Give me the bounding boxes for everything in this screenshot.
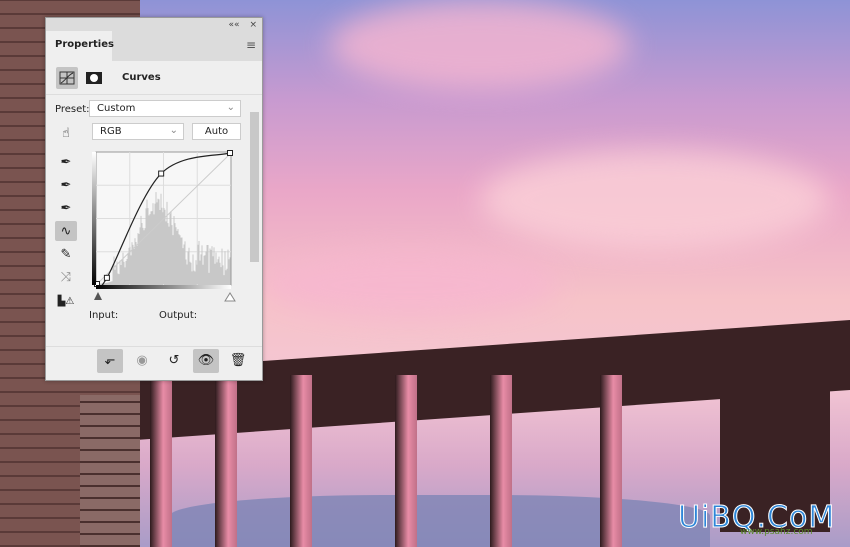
output-label: Output: [159, 310, 197, 321]
channel-value: RGB [100, 126, 122, 137]
black-eyedropper-icon[interactable]: ✒ [55, 152, 77, 172]
input-label: Input: [89, 310, 118, 321]
curve-control-point[interactable] [159, 171, 164, 176]
clip-to-layer-icon[interactable]: ⬐ [97, 349, 123, 373]
pencil-icon[interactable]: ✎ [55, 244, 77, 264]
panel-menu-icon[interactable]: ≡ [240, 31, 262, 61]
clipping-warning-icon[interactable]: ▙⚠ [55, 291, 77, 311]
reset-icon[interactable]: ↺ [161, 349, 187, 373]
target-adjust-icon[interactable]: ☝ [55, 123, 77, 143]
preset-value: Custom [97, 103, 135, 114]
gray-eyedropper-icon[interactable]: ✒ [55, 175, 77, 195]
curves-graph[interactable] [92, 148, 237, 308]
view-previous-icon[interactable]: ◉ [129, 349, 155, 373]
preset-label: Preset: [55, 104, 90, 115]
mask-icon[interactable] [83, 67, 105, 89]
visibility-eye-icon[interactable]: 👁 [193, 349, 219, 373]
smooth-icon[interactable]: ⤨ [55, 267, 77, 287]
adjustment-title: Curves [122, 72, 161, 83]
trash-icon[interactable]: 🗑 [225, 349, 251, 373]
collapse-icon[interactable]: «« [228, 20, 239, 30]
castle-tower-base [80, 395, 140, 547]
curve-point-tool-icon[interactable]: ∿ [55, 221, 77, 241]
tab-properties[interactable]: Properties [46, 31, 112, 61]
close-icon[interactable]: × [249, 20, 257, 30]
chevron-down-icon: ⌄ [227, 102, 235, 113]
watermark-url: www.psahz.com [740, 527, 813, 537]
curve-control-point[interactable] [228, 151, 233, 156]
chevron-down-icon: ⌄ [170, 125, 178, 136]
black-point-slider[interactable] [94, 292, 102, 300]
mountains [170, 495, 710, 547]
curves-adjustment-icon[interactable] [56, 67, 78, 89]
preset-dropdown[interactable]: Custom ⌄ [89, 100, 241, 117]
auto-button[interactable]: Auto [192, 123, 241, 140]
channel-dropdown[interactable]: RGB ⌄ [92, 123, 184, 140]
white-point-slider[interactable] [225, 293, 235, 301]
white-eyedropper-icon[interactable]: ✒ [55, 198, 77, 218]
properties-panel: «« × Properties ≡ Curves Preset: Custom ⌄… [45, 17, 263, 381]
scrollbar[interactable] [249, 98, 260, 363]
curve-control-point[interactable] [104, 275, 109, 280]
